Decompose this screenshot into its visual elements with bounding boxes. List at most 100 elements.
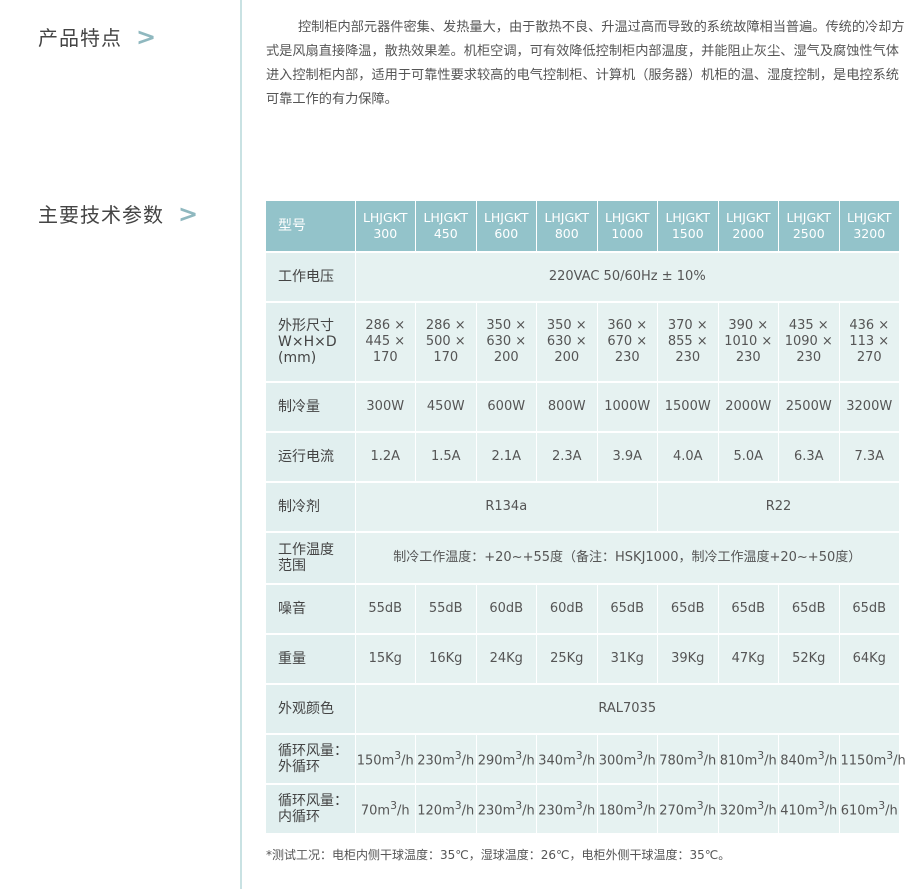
table-row-flow-inner: 循环风量： 内循环 70m3/h 120m3/h 230m3/h 230m3/h … bbox=[266, 784, 900, 835]
features-heading: 产品特点 > bbox=[38, 22, 157, 51]
table-cell: 230m3/h bbox=[415, 734, 477, 785]
table-row-dimensions: 外形尺寸 W×H×D (mm) 286 × 445 × 170 286 × 500 × 17… bbox=[266, 302, 900, 383]
table-cell: 1150m3/h bbox=[839, 734, 906, 785]
table-cell: 600W bbox=[476, 382, 537, 433]
table-cell: 320m3/h bbox=[718, 784, 779, 835]
table-cell: 1.2A bbox=[355, 432, 416, 483]
table-cell: 47Kg bbox=[718, 634, 779, 685]
refrigerant-value-b: R22 bbox=[657, 482, 900, 533]
table-row-color: 外观颜色 RAL7035 bbox=[266, 684, 900, 735]
table-cell: 3.9A bbox=[597, 432, 658, 483]
table-cell: 270m3/h bbox=[657, 784, 719, 835]
table-cell: 25Kg bbox=[536, 634, 598, 685]
table-row-cooling: 制冷量 300W 450W 600W 800W 1000W 1500W 2000… bbox=[266, 382, 900, 433]
table-cell: 450W bbox=[415, 382, 477, 433]
table-cell: 810m3/h bbox=[718, 734, 779, 785]
chevron-right-icon: > bbox=[178, 200, 200, 228]
table-cell: 16Kg bbox=[415, 634, 477, 685]
table-cell: 6.3A bbox=[778, 432, 840, 483]
table-cell: 340m3/h bbox=[536, 734, 598, 785]
table-row-voltage: 工作电压 220VAC 50/60Hz ± 10% bbox=[266, 252, 900, 303]
table-cell: 230m3/h bbox=[536, 784, 598, 835]
table-cell: 52Kg bbox=[778, 634, 840, 685]
table-cell: 55dB bbox=[355, 584, 416, 635]
spec-table: 型号 LHJGKT 300 LHJGKT 450 LHJGKT 600 LHJGKT 8… bbox=[266, 201, 906, 835]
row-label: 外形尺寸 W×H×D (mm) bbox=[266, 302, 356, 383]
table-cell: 370 × 855 × 230 bbox=[657, 302, 719, 383]
table-cell: 800W bbox=[536, 382, 598, 433]
row-label: 制冷量 bbox=[266, 382, 356, 433]
table-cell: 60dB bbox=[536, 584, 598, 635]
table-cell: 286 × 500 × 170 bbox=[415, 302, 477, 383]
table-cell: 390 × 1010 × 230 bbox=[718, 302, 779, 383]
table-cell: 300m3/h bbox=[597, 734, 658, 785]
row-label: 重量 bbox=[266, 634, 356, 685]
table-cell: 65dB bbox=[657, 584, 719, 635]
model-header: LHJGKT 2000 bbox=[718, 201, 779, 253]
model-header: LHJGKT 1000 bbox=[597, 201, 658, 253]
table-cell: 70m3/h bbox=[355, 784, 416, 835]
table-cell: 610m3/h bbox=[839, 784, 900, 835]
table-cell: 64Kg bbox=[839, 634, 900, 685]
table-cell: 2.3A bbox=[536, 432, 598, 483]
table-row-temperature: 工作温度 范围 制冷工作温度：+20~+55度（备注：HSKJ1000，制冷工作温… bbox=[266, 532, 900, 585]
row-label: 运行电流 bbox=[266, 432, 356, 483]
table-cell: 2000W bbox=[718, 382, 779, 433]
table-cell: 120m3/h bbox=[415, 784, 477, 835]
table-cell: 4.0A bbox=[657, 432, 719, 483]
table-cell: 2.1A bbox=[476, 432, 537, 483]
row-label: 循环风量： 内循环 bbox=[266, 784, 356, 835]
table-cell: 15Kg bbox=[355, 634, 416, 685]
header-row: 型号 LHJGKT 300 LHJGKT 450 LHJGKT 600 LHJGKT 8… bbox=[266, 201, 900, 253]
table-cell: 286 × 445 × 170 bbox=[355, 302, 416, 383]
table-cell: 5.0A bbox=[718, 432, 779, 483]
model-header: LHJGKT 2500 bbox=[778, 201, 840, 253]
table-cell: 180m3/h bbox=[597, 784, 658, 835]
table-cell: 780m3/h bbox=[657, 734, 719, 785]
table-cell: 2500W bbox=[778, 382, 840, 433]
table-cell: 65dB bbox=[778, 584, 840, 635]
color-value: RAL7035 bbox=[355, 684, 900, 735]
table-cell: 435 × 1090 × 230 bbox=[778, 302, 840, 383]
table-cell: 410m3/h bbox=[778, 784, 840, 835]
table-cell: 150m3/h bbox=[355, 734, 416, 785]
table-cell: 3200W bbox=[839, 382, 900, 433]
table-cell: 1000W bbox=[597, 382, 658, 433]
row-label: 循环风量： 外循环 bbox=[266, 734, 356, 785]
table-cell: 39Kg bbox=[657, 634, 719, 685]
row-label: 工作温度 范围 bbox=[266, 532, 356, 585]
table-cell: 1500W bbox=[657, 382, 719, 433]
features-description: 控制柜内部元器件密集、发热量大，由于散热不良、升温过高而导致的系统故障相当普遍。… bbox=[266, 20, 905, 107]
features-title: 产品特点 bbox=[38, 26, 122, 50]
specs-title: 主要技术参数 bbox=[38, 203, 164, 227]
voltage-value: 220VAC 50/60Hz ± 10% bbox=[355, 252, 900, 303]
row-label: 噪音 bbox=[266, 584, 356, 635]
vertical-divider bbox=[240, 0, 242, 889]
table-cell: 24Kg bbox=[476, 634, 537, 685]
table-row-flow-outer: 循环风量： 外循环 150m3/h 230m3/h 290m3/h 340m3/h… bbox=[266, 734, 906, 785]
row-label: 制冷剂 bbox=[266, 482, 356, 533]
row-label: 工作电压 bbox=[266, 252, 356, 303]
table-cell: 65dB bbox=[839, 584, 900, 635]
model-header: LHJGKT 450 bbox=[415, 201, 477, 253]
model-header: LHJGKT 800 bbox=[536, 201, 598, 253]
table-cell: 360 × 670 × 230 bbox=[597, 302, 658, 383]
temperature-value: 制冷工作温度：+20~+55度（备注：HSKJ1000，制冷工作温度+20~+5… bbox=[355, 532, 900, 585]
test-conditions-footnote: *测试工况：电柜内侧干球温度：35℃，湿球温度：26℃，电柜外侧干球温度：35℃… bbox=[266, 848, 731, 862]
model-header: LHJGKT 600 bbox=[476, 201, 537, 253]
table-cell: 65dB bbox=[597, 584, 658, 635]
table-cell: 60dB bbox=[476, 584, 537, 635]
table-cell: 350 × 630 × 200 bbox=[476, 302, 537, 383]
table-cell: 65dB bbox=[718, 584, 779, 635]
table-cell: 55dB bbox=[415, 584, 477, 635]
specs-heading: 主要技术参数 > bbox=[38, 199, 199, 228]
table-cell: 7.3A bbox=[839, 432, 900, 483]
refrigerant-value-a: R134a bbox=[355, 482, 658, 533]
model-header: LHJGKT 3200 bbox=[839, 201, 900, 253]
chevron-right-icon: > bbox=[136, 23, 158, 51]
table-cell: 31Kg bbox=[597, 634, 658, 685]
table-cell: 840m3/h bbox=[778, 734, 840, 785]
table-row-weight: 重量 15Kg 16Kg 24Kg 25Kg 31Kg 39Kg 47Kg 52… bbox=[266, 634, 900, 685]
table-cell: 436 × 113 × 270 bbox=[839, 302, 900, 383]
table-row-noise: 噪音 55dB 55dB 60dB 60dB 65dB 65dB 65dB 65… bbox=[266, 584, 900, 635]
